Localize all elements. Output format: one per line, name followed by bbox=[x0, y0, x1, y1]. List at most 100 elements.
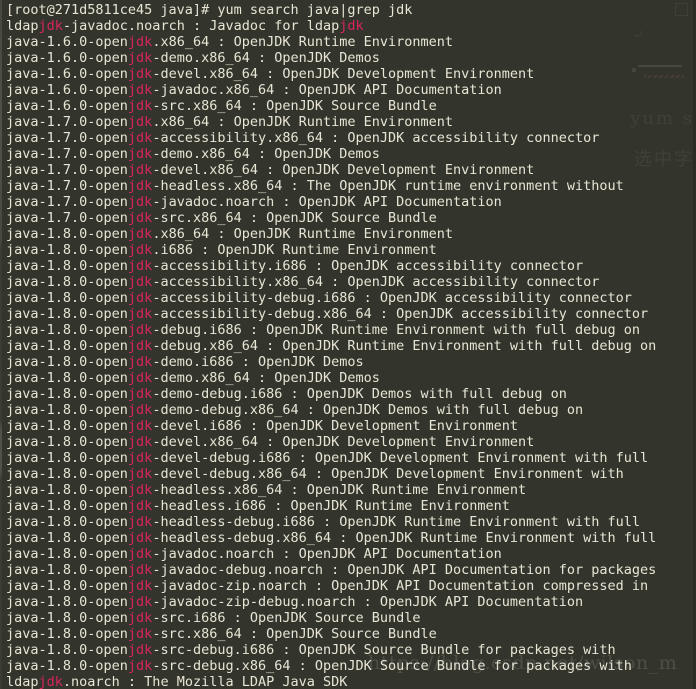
grep-match-highlight: jdk bbox=[127, 370, 153, 386]
output-line: java-1.8.0-openjdk.i686 : OpenJDK Runtim… bbox=[6, 242, 656, 258]
output-line-body: -demo.i686 : OpenJDK Demos bbox=[152, 354, 364, 370]
grep-match-highlight: jdk bbox=[127, 418, 153, 434]
output-line-body: -headless.i686 : OpenJDK Runtime Environ… bbox=[152, 498, 510, 514]
output-line-body: -src-debug.i686 : OpenJDK Source Bundle … bbox=[152, 642, 616, 658]
output-line: java-1.6.0-openjdk.x86_64 : OpenJDK Runt… bbox=[6, 34, 656, 50]
output-line-body: -accessibility.x86_64 : OpenJDK accessib… bbox=[152, 274, 600, 290]
output-line-prefix: java-1.8.0-open bbox=[6, 642, 128, 658]
output-line: java-1.8.0-openjdk-accessibility.i686 : … bbox=[6, 258, 656, 274]
grep-match-highlight: jdk bbox=[127, 610, 153, 626]
output-line-body: .x86_64 : OpenJDK Runtime Environment bbox=[152, 226, 454, 242]
output-line-prefix: java-1.7.0-open bbox=[6, 130, 128, 146]
output-line-body: -javadoc.noarch : Javadoc for ldap bbox=[62, 18, 340, 34]
output-line-prefix: java-1.8.0-open bbox=[6, 386, 128, 402]
output-line-body: -devel-debug.i686 : OpenJDK Development … bbox=[152, 450, 649, 466]
output-line: java-1.8.0-openjdk-debug.i686 : OpenJDK … bbox=[6, 322, 656, 338]
output-line-prefix: java-1.8.0-open bbox=[6, 306, 128, 322]
output-line-prefix: java-1.8.0-open bbox=[6, 226, 128, 242]
grep-match-highlight: jdk bbox=[127, 594, 153, 610]
grep-match-highlight: jdk bbox=[127, 274, 153, 290]
grep-match-highlight: jdk bbox=[127, 498, 153, 514]
output-line-prefix: java-1.8.0-open bbox=[6, 610, 128, 626]
output-line-body: -demo.x86_64 : OpenJDK Demos bbox=[152, 146, 380, 162]
output-line-prefix: java-1.8.0-open bbox=[6, 562, 128, 578]
grep-match-highlight: jdk bbox=[127, 642, 153, 658]
output-line: java-1.8.0-openjdk-src.x86_64 : OpenJDK … bbox=[6, 626, 656, 642]
output-line-body: .i686 : OpenJDK Runtime Environment bbox=[152, 242, 437, 258]
output-line-body: -src.x86_64 : OpenJDK Source Bundle bbox=[152, 210, 437, 226]
output-line-body: -headless.x86_64 : OpenJDK Runtime Envir… bbox=[152, 482, 527, 498]
grep-match-highlight: jdk bbox=[127, 562, 153, 578]
output-line: java-1.8.0-openjdk-demo-debug.i686 : Ope… bbox=[6, 386, 656, 402]
grep-match-highlight: jdk bbox=[127, 386, 153, 402]
grep-match-highlight: jdk bbox=[127, 546, 153, 562]
grep-match-highlight: jdk bbox=[127, 306, 153, 322]
output-line: java-1.8.0-openjdk-debug.x86_64 : OpenJD… bbox=[6, 338, 656, 354]
output-line: java-1.7.0-openjdk-javadoc.noarch : Open… bbox=[6, 194, 656, 210]
grep-match-highlight: jdk bbox=[127, 34, 153, 50]
terminal-window[interactable]: ↵ yum s 选中字 [root@271d5811ce45 java]# [r… bbox=[0, 0, 696, 689]
output-line: java-1.8.0-openjdk-headless-debug.x86_64… bbox=[6, 530, 656, 546]
output-line-prefix: java-1.8.0-open bbox=[6, 434, 128, 450]
output-line-body: -devel.x86_64 : OpenJDK Development Envi… bbox=[152, 66, 535, 82]
output-line-body: -demo-debug.x86_64 : OpenJDK Demos with … bbox=[152, 402, 584, 418]
output-line: java-1.8.0-openjdk-devel.i686 : OpenJDK … bbox=[6, 418, 656, 434]
output-line-prefix: java-1.8.0-open bbox=[6, 274, 128, 290]
output-line-prefix: ldap bbox=[6, 18, 39, 34]
output-line-prefix: java-1.8.0-open bbox=[6, 530, 128, 546]
output-line-prefix: java-1.8.0-open bbox=[6, 594, 128, 610]
output-line: java-1.8.0-openjdk-demo-debug.x86_64 : O… bbox=[6, 402, 656, 418]
output-line-prefix: java-1.8.0-open bbox=[6, 626, 128, 642]
output-line-prefix: java-1.6.0-open bbox=[6, 82, 128, 98]
grep-match-highlight: jdk bbox=[127, 242, 153, 258]
output-line: java-1.7.0-openjdk.x86_64 : OpenJDK Runt… bbox=[6, 114, 656, 130]
output-line-body: .noarch : The Mozilla LDAP Java SDK bbox=[62, 674, 348, 689]
output-line-body: -javadoc-debug.noarch : OpenJDK API Docu… bbox=[152, 562, 657, 578]
output-line-prefix: java-1.8.0-open bbox=[6, 338, 128, 354]
output-line-body: -accessibility-debug.x86_64 : OpenJDK ac… bbox=[152, 306, 649, 322]
output-line-body: -demo.x86_64 : OpenJDK Demos bbox=[152, 50, 380, 66]
output-line-prefix: java-1.6.0-open bbox=[6, 34, 128, 50]
grep-match-highlight: jdk bbox=[127, 530, 153, 546]
output-line-prefix: java-1.8.0-open bbox=[6, 482, 128, 498]
output-line: java-1.8.0-openjdk-demo.i686 : OpenJDK D… bbox=[6, 354, 656, 370]
grep-match-highlight: jdk bbox=[127, 466, 153, 482]
ghost-box-artifact bbox=[675, 3, 688, 16]
output-line: ldapjdk-javadoc.noarch : Javadoc for lda… bbox=[6, 18, 656, 34]
output-line-body: -javadoc-zip-debug.noarch : OpenJDK API … bbox=[152, 594, 584, 610]
output-line-prefix: java-1.7.0-open bbox=[6, 194, 128, 210]
output-line-body: -src.i686 : OpenJDK Source Bundle bbox=[152, 610, 421, 626]
output-line: java-1.8.0-openjdk-accessibility-debug.i… bbox=[6, 290, 656, 306]
output-line-body: -headless-debug.i686 : OpenJDK Runtime E… bbox=[152, 514, 640, 530]
window-left-edge bbox=[0, 0, 2, 689]
grep-match-highlight: jdk bbox=[127, 66, 153, 82]
grep-match-highlight: jdk bbox=[127, 626, 153, 642]
output-line: java-1.8.0-openjdk-headless.i686 : OpenJ… bbox=[6, 498, 656, 514]
output-line-body: -devel.x86_64 : OpenJDK Development Envi… bbox=[152, 434, 535, 450]
output-line-prefix: java-1.8.0-open bbox=[6, 546, 128, 562]
output-line-prefix: java-1.8.0-open bbox=[6, 322, 128, 338]
output-line: ldapjdk.noarch : The Mozilla LDAP Java S… bbox=[6, 674, 656, 689]
output-line: java-1.8.0-openjdk-devel.x86_64 : OpenJD… bbox=[6, 434, 656, 450]
output-line-body: -headless.x86_64 : The OpenJDK runtime e… bbox=[152, 178, 624, 194]
output-line-body: -accessibility-debug.i686 : OpenJDK acce… bbox=[152, 290, 632, 306]
output-line-prefix: java-1.6.0-open bbox=[6, 50, 128, 66]
grep-match-highlight: jdk bbox=[127, 130, 153, 146]
output-line-body: -src.x86_64 : OpenJDK Source Bundle bbox=[152, 626, 437, 642]
output-line-body: -javadoc-zip.noarch : OpenJDK API Docume… bbox=[152, 578, 649, 594]
output-line-prefix: java-1.7.0-open bbox=[6, 146, 128, 162]
grep-match-highlight: jdk bbox=[127, 114, 153, 130]
grep-match-highlight: jdk bbox=[127, 450, 153, 466]
output-line: java-1.6.0-openjdk-src.x86_64 : OpenJDK … bbox=[6, 98, 656, 114]
output-line: java-1.8.0-openjdk-javadoc.noarch : Open… bbox=[6, 546, 656, 562]
grep-match-highlight: jdk bbox=[127, 50, 153, 66]
output-line: java-1.7.0-openjdk-demo.x86_64 : OpenJDK… bbox=[6, 146, 656, 162]
grep-match-highlight: jdk bbox=[127, 210, 153, 226]
output-line-body: -javadoc.noarch : OpenJDK API Documentat… bbox=[152, 194, 502, 210]
output-line-body: -devel.x86_64 : OpenJDK Development Envi… bbox=[152, 162, 535, 178]
output-line: java-1.7.0-openjdk-src.x86_64 : OpenJDK … bbox=[6, 210, 656, 226]
output-line-prefix: java-1.8.0-open bbox=[6, 242, 128, 258]
output-line-body: -src-debug.x86_64 : OpenJDK Source Bundl… bbox=[152, 658, 632, 674]
output-line-prefix: java-1.8.0-open bbox=[6, 402, 128, 418]
output-line-body: -debug.i686 : OpenJDK Runtime Environmen… bbox=[152, 322, 640, 338]
